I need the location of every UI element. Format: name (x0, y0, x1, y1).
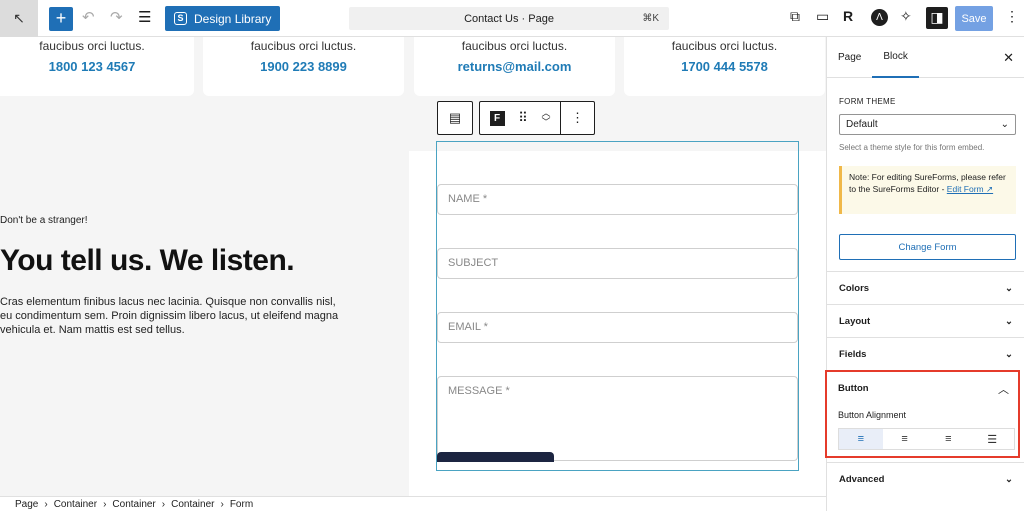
breadcrumb: Page › Container › Container › Container… (0, 496, 826, 511)
form-theme-select[interactable]: Default ⌄ (839, 114, 1016, 135)
breadcrumb-item[interactable]: Page (15, 499, 38, 510)
panel-layout[interactable]: Layout ⌄ (827, 304, 1024, 337)
tab-page[interactable]: Page (827, 37, 872, 78)
sidebar-tabs: Page Block ✕ (827, 37, 1024, 78)
breadcrumb-separator: › (220, 498, 224, 510)
drag-handle-icon[interactable]: ⠿ (514, 102, 532, 134)
panel-fields[interactable]: Fields ⌄ (827, 337, 1024, 370)
breadcrumb-separator: › (161, 498, 166, 510)
chevron-down-icon: ⌄ (1005, 473, 1013, 485)
plugin-astra-icon[interactable]: Λ (871, 9, 888, 26)
options-menu-icon[interactable]: ⋮ (1005, 8, 1019, 25)
tab-block[interactable]: Block (872, 37, 919, 78)
edit-form-link[interactable]: Edit Form ↗ (947, 184, 993, 194)
contact-card[interactable]: faucibus orci luctus. 1800 123 4567 (0, 37, 194, 96)
panel-advanced[interactable]: Advanced ⌄ (827, 462, 1024, 495)
command-palette[interactable]: Contact Us · Page ⌘K (349, 7, 669, 30)
button-alignment-group: ≡ ≡ ≡ ☰ (838, 428, 1015, 450)
form-theme-help: Select a theme style for this form embed… (839, 143, 985, 152)
shortcut-hint: ⌘K (642, 13, 659, 24)
breadcrumb-item[interactable]: Container (54, 499, 97, 510)
parent-block-icon[interactable]: ▤ (438, 102, 472, 134)
redo-icon[interactable]: ↷ (110, 8, 123, 26)
design-library-icon: S (174, 12, 187, 25)
breadcrumb-item[interactable]: Form (230, 499, 253, 510)
back-arrow-icon[interactable]: ↖ (0, 0, 38, 37)
name-field[interactable]: NAME * (437, 184, 798, 215)
preview-device-icon[interactable]: ▭ (816, 8, 829, 25)
settings-panel-toggle-icon[interactable]: ◨ (926, 7, 948, 29)
contact-card[interactable]: faucibus orci luctus. returns@mail.com (414, 37, 615, 96)
message-field[interactable]: MESSAGE * (437, 376, 798, 461)
align-left-icon[interactable]: ≡ (839, 429, 883, 449)
align-center-icon[interactable]: ≡ (883, 429, 927, 449)
email-field[interactable]: EMAIL * (437, 312, 798, 343)
design-library-button[interactable]: S Design Library (165, 6, 281, 31)
contact-card[interactable]: faucibus orci luctus. 1700 444 5578 (624, 37, 825, 96)
breadcrumb-item[interactable]: Container (171, 499, 214, 510)
chevron-down-icon: ⌄ (1005, 282, 1013, 294)
panel-colors[interactable]: Colors ⌄ (827, 271, 1024, 304)
panel-button: Button ︿ Button Alignment ≡ ≡ ≡ ☰ (825, 370, 1020, 458)
page-headline[interactable]: You tell us. We listen. (0, 244, 295, 278)
save-button[interactable]: Save (955, 6, 993, 31)
design-library-label: Design Library (194, 11, 272, 26)
view-external-icon[interactable]: ⧉ (790, 8, 800, 25)
list-view-icon[interactable]: ☰ (138, 8, 151, 26)
breadcrumb-item[interactable]: Container (112, 499, 155, 510)
move-up-down-icon[interactable]: ︿ ﹀ (532, 102, 560, 134)
form-block-icon[interactable]: F (480, 102, 514, 134)
breadcrumb-separator: › (44, 498, 48, 510)
undo-icon[interactable]: ↶ (82, 8, 95, 26)
chevron-down-icon: ⌄ (1000, 119, 1009, 130)
chevron-up-icon[interactable]: ︿ (998, 381, 1009, 397)
chevron-down-icon: ⌄ (1005, 348, 1013, 360)
sureforms-note: Note: For editing SureForms, please refe… (839, 166, 1016, 214)
submit-button[interactable] (437, 452, 554, 462)
align-right-icon[interactable]: ≡ (927, 429, 971, 449)
close-icon[interactable]: ✕ (1003, 50, 1014, 66)
intro-paragraph[interactable]: Cras elementum finibus lacus nec lacinia… (0, 295, 350, 337)
block-options-icon[interactable]: ⋮ (560, 102, 594, 134)
document-title: Contact Us · Page (464, 12, 554, 25)
subject-field[interactable]: SUBJECT (437, 248, 798, 279)
align-justify-icon[interactable]: ☰ (970, 429, 1014, 449)
plugin-r-icon[interactable]: R (843, 8, 853, 24)
tagline[interactable]: Don't be a stranger! (0, 215, 88, 226)
block-toolbar: ▤ F ⠿ ︿ ﹀ ⋮ (437, 101, 595, 135)
button-alignment-label: Button Alignment (838, 410, 907, 420)
chevron-down-icon: ⌄ (1005, 315, 1013, 327)
change-form-button[interactable]: Change Form (839, 234, 1016, 260)
button-panel-title[interactable]: Button (838, 383, 869, 394)
form-theme-label: FORM THEME (839, 97, 896, 106)
sparkle-icon[interactable]: ✧ (900, 8, 912, 25)
add-block-button[interactable]: + (49, 7, 73, 31)
contact-card[interactable]: faucibus orci luctus. 1900 223 8899 (203, 37, 404, 96)
breadcrumb-separator: › (103, 498, 107, 510)
